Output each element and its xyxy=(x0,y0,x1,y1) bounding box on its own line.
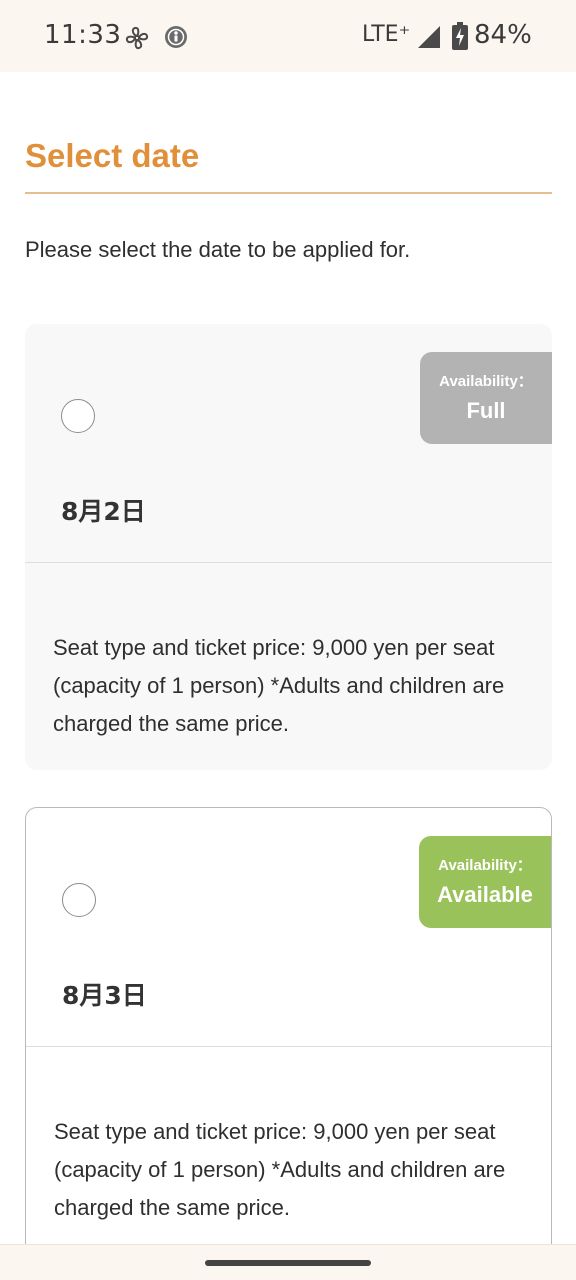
home-gesture-handle[interactable] xyxy=(205,1260,371,1266)
availability-status: Available xyxy=(437,882,533,907)
date-label: 8月3日 xyxy=(62,981,147,1010)
availability-label: Availability： xyxy=(438,857,532,874)
instruction-text: Please select the date to be applied for… xyxy=(25,237,411,262)
availability-badge: Availability： Available xyxy=(419,836,551,928)
date-option-card[interactable]: Availability： Full 8月2日 Seat type and ti… xyxy=(25,324,552,770)
date-option-header: Availability： Full 8月2日 xyxy=(25,324,552,563)
date-option-card[interactable]: Availability： Available 8月3日 Seat type a… xyxy=(25,807,552,1267)
availability-status: Full xyxy=(466,398,506,423)
battery-level: 84% xyxy=(474,20,532,50)
fan-icon xyxy=(124,25,150,51)
availability-label: Availability： xyxy=(439,373,533,390)
date-radio-button[interactable] xyxy=(62,883,96,917)
accessibility-badge-icon xyxy=(164,25,188,49)
date-description: Seat type and ticket price: 9,000 yen pe… xyxy=(54,1119,506,1220)
date-label: 8月2日 xyxy=(61,497,146,526)
navigation-bar xyxy=(0,1244,576,1280)
network-type: LTE⁺ xyxy=(362,22,411,47)
battery-charging-icon xyxy=(452,22,468,50)
main-content: Select date Please select the date to be… xyxy=(25,72,552,1267)
page-title: Select date xyxy=(25,137,200,174)
title-divider xyxy=(25,192,552,194)
date-option-header: Availability： Available 8月3日 xyxy=(26,808,551,1047)
status-time: 11:33 xyxy=(44,20,122,50)
date-radio-button[interactable] xyxy=(61,399,95,433)
status-bar: 11:33 LTE⁺ 84% xyxy=(0,0,576,72)
signal-icon xyxy=(416,24,442,50)
date-description: Seat type and ticket price: 9,000 yen pe… xyxy=(53,635,505,736)
availability-badge: Availability： Full xyxy=(420,352,552,444)
